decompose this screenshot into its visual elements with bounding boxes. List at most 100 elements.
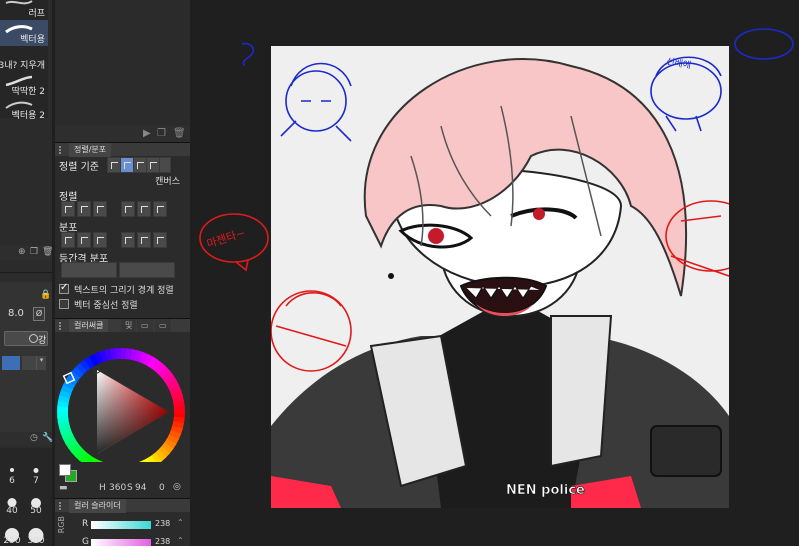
size-preset-label: 40 bbox=[6, 506, 18, 516]
saturation-icon: S bbox=[127, 483, 133, 493]
blue-doodle-outside bbox=[238, 40, 260, 70]
distribute-horizontal-space-button[interactable] bbox=[61, 262, 117, 278]
align-left-button[interactable] bbox=[61, 201, 75, 217]
copy-brush-icon[interactable]: ❐ bbox=[30, 247, 38, 257]
earring bbox=[388, 273, 394, 279]
transparent-color-icon[interactable]: ▬ bbox=[59, 483, 68, 493]
size-preset[interactable]: 250 bbox=[0, 524, 24, 546]
slider-track[interactable] bbox=[91, 539, 151, 546]
align-top-button[interactable] bbox=[121, 201, 135, 217]
blue-sketch-left bbox=[280, 62, 352, 142]
distribute-bottom-button[interactable] bbox=[153, 232, 167, 248]
distribute-left-button[interactable] bbox=[61, 232, 75, 248]
side-panel: ▶ ❐ 🗑 정렬/분포 정렬 기준 캔버스 정렬 분포 등간격 분포 ✓ 텍스트… bbox=[55, 0, 190, 546]
chevron-down-icon[interactable] bbox=[159, 157, 171, 173]
hue-segment[interactable] bbox=[173, 406, 185, 414]
brush-item-rough[interactable]: 러프 bbox=[0, 0, 48, 20]
distribute-vertical-space-button[interactable] bbox=[119, 262, 175, 278]
distribute-hcenter-button[interactable] bbox=[77, 232, 91, 248]
tab-palette[interactable]: ▭ bbox=[137, 319, 153, 333]
distribute-vcenter-button[interactable] bbox=[137, 232, 151, 248]
brush-size-presets: 6 7 40 50 250 300 bbox=[0, 448, 52, 546]
checkbox[interactable] bbox=[59, 299, 69, 309]
tab-history[interactable]: ▭ bbox=[155, 319, 171, 333]
text-bounds-checkbox[interactable]: 텍스트의 그리기 경계 정렬 bbox=[59, 282, 189, 296]
align-hcenter-button[interactable] bbox=[77, 201, 91, 217]
distribute-top-button[interactable] bbox=[121, 232, 135, 248]
size-preset-label: 50 bbox=[30, 506, 42, 516]
canvas[interactable]: 선배에 NEN police bbox=[271, 46, 729, 508]
chevron-down-icon[interactable]: ▾ bbox=[36, 356, 46, 370]
delete-layer-icon[interactable]: 🗑 bbox=[173, 128, 186, 139]
align-bottom-button[interactable] bbox=[153, 201, 167, 217]
tab-color-slider[interactable]: 컬러 슬라이더 bbox=[69, 499, 126, 513]
hue-icon: H bbox=[99, 483, 106, 493]
lock-icon[interactable]: 🔒 bbox=[40, 290, 51, 300]
strength-button[interactable]: 강 bbox=[4, 331, 48, 346]
channel-value[interactable]: 238 bbox=[155, 519, 170, 528]
annotation-top-right: 선배에 bbox=[665, 56, 691, 71]
vector-center-checkbox[interactable]: 벡터 중심선 정렬 bbox=[59, 298, 189, 311]
align-basis-value: 캔버스 bbox=[155, 177, 180, 187]
size-dot-icon bbox=[33, 468, 39, 473]
size-preset-label: 6 bbox=[9, 476, 15, 486]
size-preset[interactable]: 50 bbox=[24, 494, 48, 516]
brush-item-eraser[interactable]: 3내? 지우개 bbox=[0, 46, 48, 72]
basis-canvas-button[interactable] bbox=[120, 157, 134, 173]
grip-icon[interactable] bbox=[59, 322, 65, 330]
channel-label: R bbox=[82, 519, 89, 529]
strength-circle-icon bbox=[29, 334, 38, 343]
basis-selection-button[interactable] bbox=[107, 157, 121, 173]
brush-size-value[interactable]: 8.0 bbox=[8, 308, 24, 319]
basis-object-button[interactable] bbox=[133, 157, 147, 173]
distribute-buttons bbox=[61, 232, 186, 248]
vector-center-label: 벡터 중심선 정렬 bbox=[74, 301, 138, 311]
align-vcenter-button[interactable] bbox=[137, 201, 151, 217]
brush-size-row[interactable]: 8.0 Ø bbox=[0, 306, 52, 322]
tab-align-distribute[interactable]: 정렬/분포 bbox=[69, 143, 112, 157]
stepper-icon[interactable]: ⌃ bbox=[177, 518, 184, 527]
tab-color-wheel[interactable]: 컬러써클 bbox=[69, 319, 109, 333]
illustration[interactable]: 선배에 NEN police bbox=[271, 46, 729, 508]
brightness-value[interactable]: 0 bbox=[159, 483, 165, 493]
copy-layer-icon[interactable]: ❐ bbox=[157, 128, 166, 139]
play-icon[interactable]: ▶ bbox=[143, 128, 151, 139]
saturation-value[interactable]: 94 bbox=[135, 483, 146, 493]
link-icon[interactable]: Ø bbox=[33, 307, 45, 321]
distribute-right-button[interactable] bbox=[93, 232, 107, 248]
color-swatches[interactable] bbox=[57, 462, 79, 484]
tab-color-set[interactable]: 및 bbox=[121, 319, 137, 333]
slider-r[interactable]: R 238 ⌃ bbox=[55, 518, 190, 532]
basis-key-button[interactable] bbox=[146, 157, 160, 173]
channel-value[interactable]: 238 bbox=[155, 537, 170, 546]
grip-icon[interactable] bbox=[59, 502, 65, 510]
checkbox[interactable] bbox=[59, 282, 69, 294]
mode-button[interactable] bbox=[22, 356, 36, 370]
slider-track[interactable] bbox=[91, 521, 151, 529]
brush-item-vector-2[interactable]: 벡터용 2 bbox=[0, 96, 48, 122]
globe-icon[interactable]: ◎ bbox=[173, 482, 181, 492]
align-basis-label: 정렬 기준 bbox=[59, 162, 99, 173]
delete-brush-icon[interactable]: 🗑 bbox=[42, 247, 53, 257]
brush-tool-panel: 러프 벡터용 3내? 지우개 딱딱한 2 벡터용 2 ⊕ ❐ 🗑 🔒 8.0 Ø… bbox=[0, 0, 53, 546]
hue-value[interactable]: 360 bbox=[109, 483, 126, 493]
mode-button-active[interactable] bbox=[2, 356, 20, 370]
size-preset[interactable]: 40 bbox=[0, 494, 24, 516]
size-preset[interactable]: 6 bbox=[0, 464, 24, 486]
color-wheel[interactable] bbox=[55, 332, 190, 476]
right-iris bbox=[533, 208, 545, 220]
main-color-swatch[interactable] bbox=[59, 464, 71, 476]
slider-g[interactable]: G 238 ⌃ bbox=[55, 536, 190, 546]
grip-icon[interactable] bbox=[59, 146, 65, 154]
size-preset[interactable]: 300 bbox=[24, 524, 48, 546]
hsv-readout: ▬ H 360 S 94 0 ◎ bbox=[55, 482, 190, 496]
new-brush-icon[interactable]: ⊕ bbox=[18, 247, 26, 257]
clock-icon[interactable]: ◷ bbox=[30, 433, 38, 443]
stepper-icon[interactable]: ⌃ bbox=[177, 536, 184, 545]
size-preset[interactable]: 7 bbox=[24, 464, 48, 486]
brush-item-vector[interactable]: 벡터용 bbox=[0, 20, 48, 46]
brush-item-hard[interactable]: 딱딱한 2 bbox=[0, 72, 48, 98]
align-basis-buttons bbox=[107, 157, 177, 173]
align-right-button[interactable] bbox=[93, 201, 107, 217]
wrench-icon[interactable]: 🔧 bbox=[42, 433, 53, 443]
